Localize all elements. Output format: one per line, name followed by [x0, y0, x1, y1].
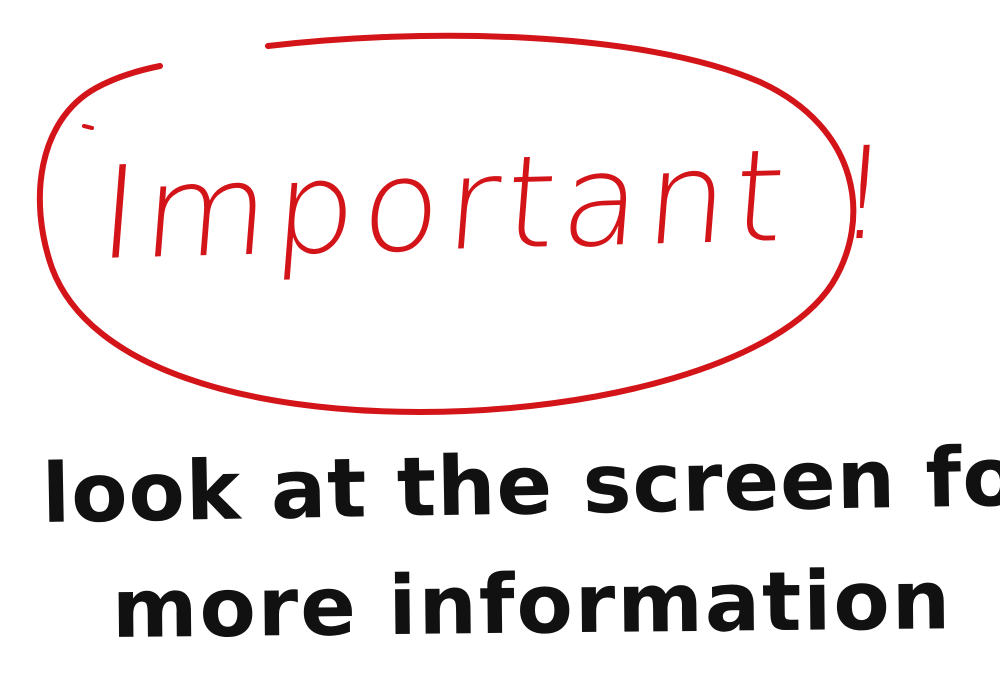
message-line-1: look at the screen for: [41, 429, 1000, 542]
whiteboard-canvas: Important ! look at the screen for more …: [0, 0, 1000, 700]
red-circle-overlap: [82, 124, 94, 130]
message-line-2: more information: [111, 553, 953, 657]
important-heading: Important !: [94, 119, 901, 289]
